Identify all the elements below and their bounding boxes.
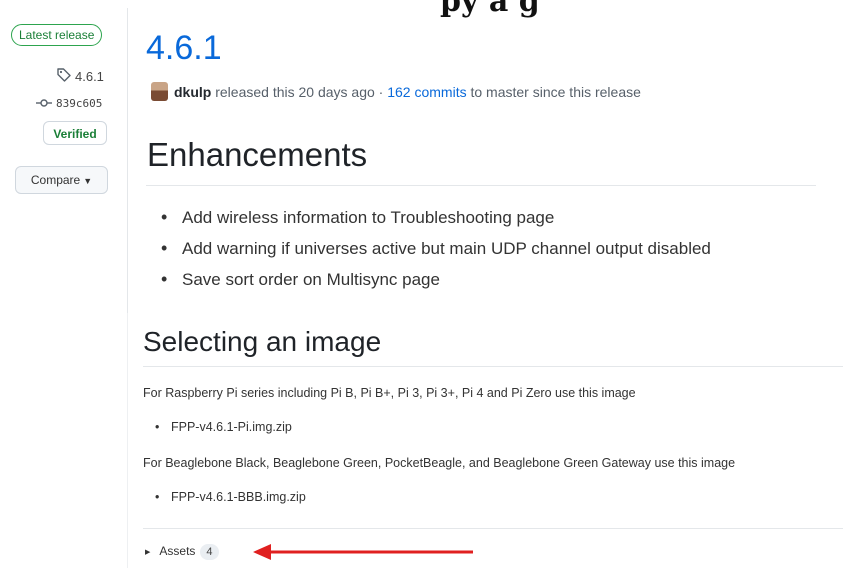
enhancements-list: Add wireless information to Troubleshoot… <box>161 205 711 298</box>
assets-count-badge: 4 <box>200 544 219 560</box>
author-link[interactable]: dkulp <box>174 84 211 100</box>
latest-release-badge[interactable]: Latest release <box>11 24 103 46</box>
verified-badge[interactable]: Verified <box>43 121 107 145</box>
enhancements-heading: Enhancements <box>147 136 368 173</box>
compare-label: Compare <box>30 173 81 187</box>
released-text: released this 20 days ago · <box>215 84 384 100</box>
commits-link[interactable]: 162 commits <box>387 84 466 100</box>
bbb-description: For Beaglebone Black, Beaglebone Green, … <box>143 456 736 470</box>
compare-button[interactable]: Compare ▼ <box>15 166 108 194</box>
assets-rule <box>143 528 843 529</box>
caret-down-icon: ▼ <box>83 176 93 186</box>
commits-suffix: to master since this release <box>470 84 641 100</box>
assets-toggle[interactable]: ▶ Assets 4 <box>145 544 219 560</box>
heading-rule <box>146 185 816 186</box>
column-divider <box>127 8 128 313</box>
avatar[interactable] <box>151 82 168 101</box>
list-item: Add wireless information to Troubleshoot… <box>161 205 711 236</box>
pi-image-file[interactable]: FPP-v4.6.1-Pi.img.zip <box>155 420 292 434</box>
triangle-right-icon: ▶ <box>145 549 151 556</box>
tag-link[interactable]: 4.6.1 <box>56 67 104 84</box>
git-commit-icon <box>36 99 52 107</box>
heading-rule <box>143 366 843 367</box>
column-divider-lower <box>127 313 128 568</box>
release-byline: dkulp released this 20 days ago · 162 co… <box>151 82 641 101</box>
cropped-header-text: py a g <box>440 0 540 19</box>
assets-label: Assets <box>159 544 196 558</box>
selecting-image-heading: Selecting an image <box>143 326 382 357</box>
list-item: Save sort order on Multisync page <box>161 267 711 298</box>
list-item: Add warning if universes active but main… <box>161 236 711 267</box>
commit-link[interactable]: 839c605 <box>36 97 102 110</box>
release-title[interactable]: 4.6.1 <box>146 29 222 68</box>
pi-description: For Raspberry Pi series including Pi B, … <box>143 386 636 400</box>
bbb-image-file[interactable]: FPP-v4.6.1-BBB.img.zip <box>155 490 306 504</box>
tag-label: 4.6.1 <box>75 69 104 84</box>
annotation-arrow <box>253 544 473 560</box>
tag-icon <box>57 68 71 82</box>
commit-hash: 839c605 <box>56 97 103 110</box>
